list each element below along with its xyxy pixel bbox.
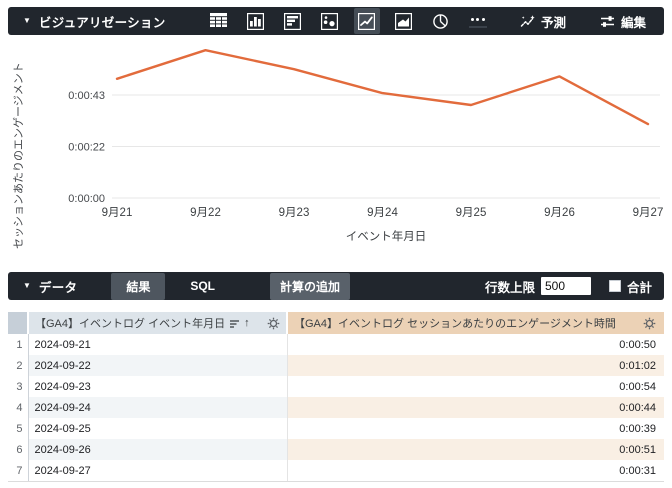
data-toolbar: ▼ データ 結果 SQL 計算の追加 行数上限 合計 [8,272,664,300]
collapse-caret-icon[interactable]: ▼ [23,282,31,290]
date-column-title: 【GA4】イベントログ イベント年月日 [35,315,225,331]
total-label: 合計 [627,277,652,296]
svg-text:イベント年月日: イベント年月日 [346,229,427,243]
row-number-header [8,312,28,334]
svg-text:0:00:00: 0:00:00 [68,193,105,205]
value-column-title: 【GA4】イベントログ セッションあたりのエンゲージメント時間 [294,315,616,331]
value-cell: 0:00:44 [287,397,664,418]
table-row: 42024-09-240:00:44 [8,397,664,418]
value-cell: 0:00:51 [287,439,664,460]
bar-chart-icon[interactable] [243,8,269,34]
area-chart-icon[interactable] [391,8,417,34]
gear-icon[interactable] [267,317,280,330]
svg-text:セッションあたりのエンゲージメント: セッションあたりのエンゲージメント [12,62,25,249]
date-cell: 2024-09-21 [28,334,287,355]
line-chart: 0:00:00 0:00:22 0:00:43 9月21 9月22 9月23 9月24 9月2… [0,36,672,262]
sort-asc-icon: ↑ [244,317,250,329]
table-chart-icon[interactable] [206,8,232,34]
sliders-icon [600,14,615,29]
date-cell: 2024-09-26 [28,439,287,460]
row-limit-label: 行数上限 [485,277,535,296]
forecast-button[interactable]: 予測 [520,12,566,31]
gear-icon[interactable] [643,317,656,330]
row-limit-input[interactable] [541,277,591,295]
svg-text:9月21: 9月21 [102,207,133,219]
row-number: 7 [8,460,28,482]
table-row: 62024-09-260:00:51 [8,439,664,460]
edit-label: 編集 [621,12,646,31]
row-number: 4 [8,397,28,418]
more-options-icon[interactable] [469,14,487,28]
svg-text:0:00:43: 0:00:43 [68,90,105,102]
table-row: 52024-09-250:00:39 [8,418,664,439]
row-number: 2 [8,355,28,376]
value-cell: 0:01:02 [287,355,664,376]
filter-icon[interactable] [229,318,240,329]
row-number: 6 [8,439,28,460]
date-cell: 2024-09-27 [28,460,287,482]
visualization-toolbar: ▼ ビジュアリゼーション [8,7,664,35]
date-cell: 2024-09-25 [28,418,287,439]
line-chart-icon[interactable] [354,8,380,34]
forecast-sparkle-icon [520,14,535,29]
svg-text:9月23: 9月23 [279,207,310,219]
svg-text:0:00:22: 0:00:22 [68,141,105,153]
visualization-title: ビジュアリゼーション [39,12,166,31]
table-row: 32024-09-230:00:54 [8,376,664,397]
table-row: 12024-09-210:00:50 [8,334,664,355]
result-table: 【GA4】イベントログ イベント年月日 ↑ [8,312,664,482]
collapse-caret-icon[interactable]: ▼ [23,17,31,25]
date-cell: 2024-09-24 [28,397,287,418]
date-column-header[interactable]: 【GA4】イベントログ イベント年月日 ↑ [28,312,287,334]
chart-type-icon-row [206,8,487,34]
svg-text:9月24: 9月24 [367,207,398,219]
tab-results[interactable]: 結果 [111,273,165,300]
row-number: 3 [8,376,28,397]
date-cell: 2024-09-23 [28,376,287,397]
tab-sql[interactable]: SQL [175,274,230,298]
hbar-chart-icon[interactable] [280,8,306,34]
scatter-chart-icon[interactable] [317,8,343,34]
svg-text:9月22: 9月22 [190,207,221,219]
row-limit-group: 行数上限 合計 [485,277,652,296]
chart-panel: 0:00:00 0:00:22 0:00:43 9月21 9月22 9月23 9月24 9月2… [0,36,672,262]
total-checkbox[interactable] [609,280,621,292]
svg-text:9月25: 9月25 [456,207,487,219]
value-cell: 0:00:54 [287,376,664,397]
table-row: 22024-09-220:01:02 [8,355,664,376]
forecast-label: 予測 [541,12,566,31]
pie-chart-icon[interactable] [428,8,454,34]
value-cell: 0:00:31 [287,460,664,482]
row-number: 1 [8,334,28,355]
date-cell: 2024-09-22 [28,355,287,376]
row-number: 5 [8,418,28,439]
value-column-header[interactable]: 【GA4】イベントログ セッションあたりのエンゲージメント時間 [287,312,664,334]
table-row: 72024-09-270:00:31 [8,460,664,482]
edit-button[interactable]: 編集 [600,12,646,31]
value-cell: 0:00:50 [287,334,664,355]
svg-text:9月27: 9月27 [633,207,664,219]
svg-text:9月26: 9月26 [544,207,575,219]
value-cell: 0:00:39 [287,418,664,439]
data-title: データ [39,277,77,296]
add-calculation-button[interactable]: 計算の追加 [270,273,350,300]
